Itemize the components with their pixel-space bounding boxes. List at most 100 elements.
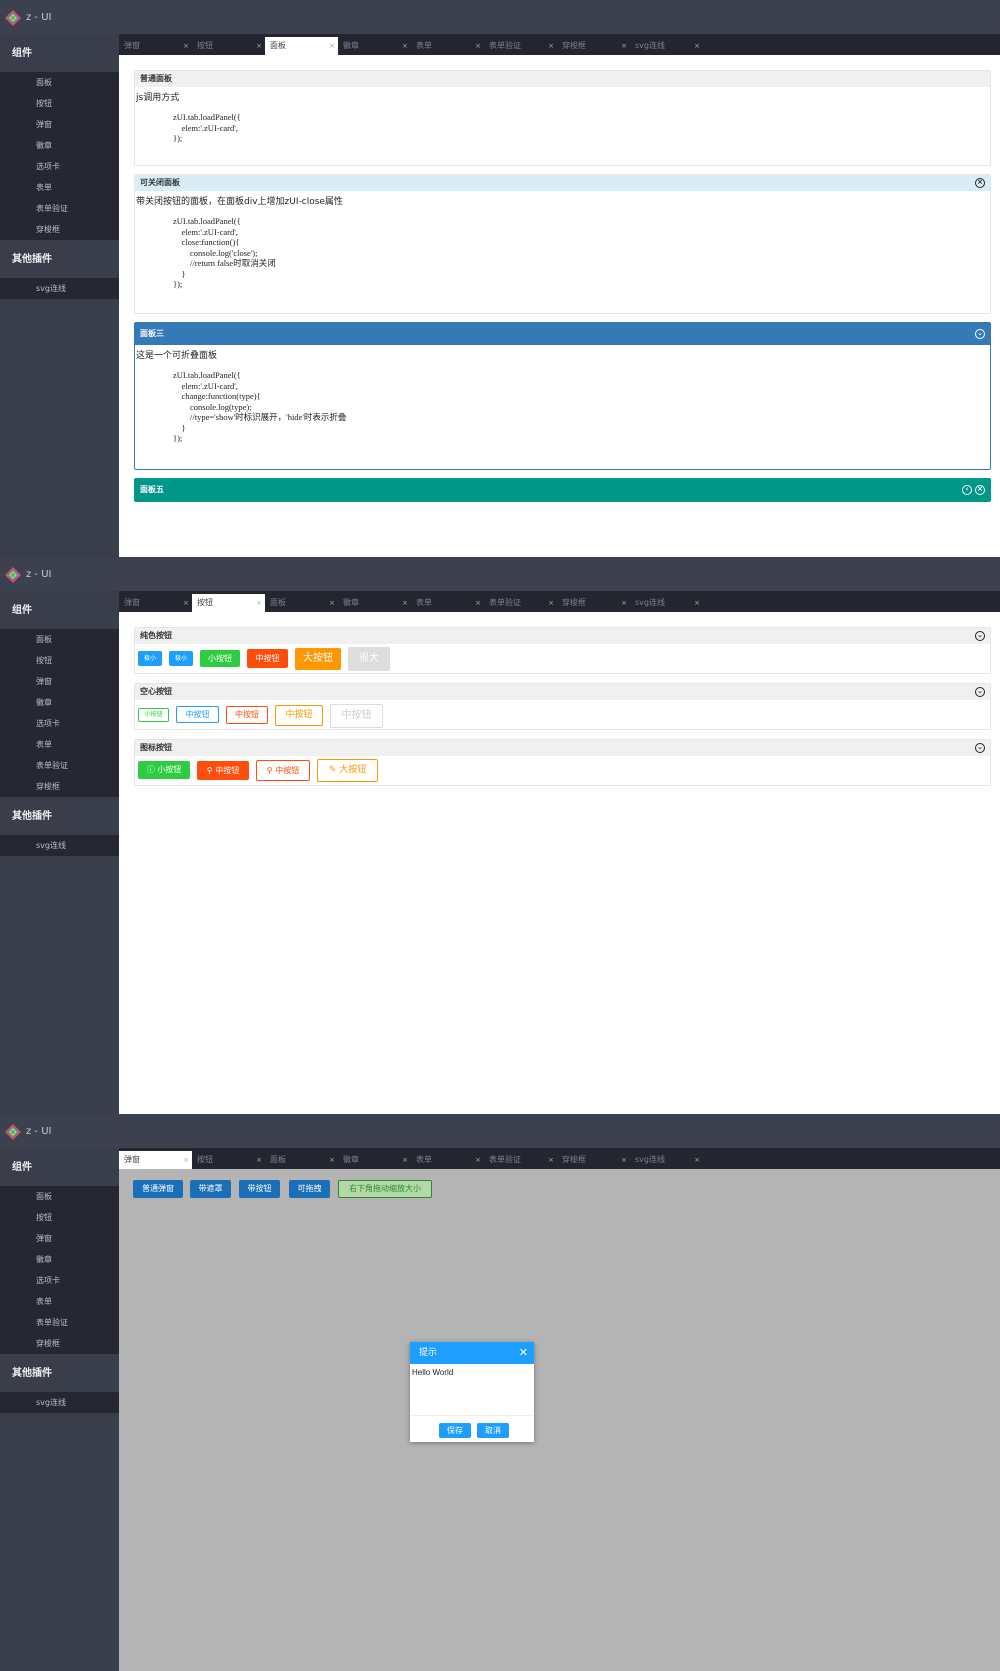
dialog-header[interactable]: 提示 ✕	[410, 1342, 534, 1364]
sidebar-item-panel[interactable]: 面板	[0, 72, 119, 93]
close-icon[interactable]: ×	[975, 178, 985, 188]
sidebar-item-form[interactable]: 表单	[0, 734, 119, 755]
sidebar-item-dialog[interactable]: 弹窗	[0, 1228, 119, 1249]
tab-close-icon[interactable]: ×	[256, 1151, 262, 1169]
chevron-left-icon[interactable]: ‹	[962, 485, 972, 495]
tab-form-validation[interactable]: 表单验证 ×	[484, 37, 557, 55]
medium-outline-button[interactable]: 中按钮	[176, 706, 219, 723]
tab-close-icon[interactable]: ×	[621, 594, 627, 612]
sidebar-item-dialog[interactable]: 弹窗	[0, 114, 119, 135]
tab-button[interactable]: 按钮 ×	[192, 37, 265, 55]
tab-close-icon[interactable]: ×	[402, 37, 408, 55]
save-button[interactable]: 保存	[439, 1423, 471, 1438]
tab-dialog[interactable]: 弹窗 ×	[119, 37, 192, 55]
sidebar-item-tabs[interactable]: 选项卡	[0, 156, 119, 177]
sidebar-item-tabs[interactable]: 选项卡	[0, 713, 119, 734]
panel-header[interactable]: 图标按钮 ⌄	[135, 740, 990, 756]
edit-outline-icon-button[interactable]: ✎ 大按钮	[317, 759, 378, 782]
sidebar-item-panel[interactable]: 面板	[0, 1186, 119, 1207]
tab-close-icon[interactable]: ×	[694, 37, 700, 55]
medium-outline-button[interactable]: 中按钮	[275, 705, 323, 726]
search-icon-button[interactable]: ⚲ 中按钮	[197, 761, 249, 780]
mini-button[interactable]: 极小	[138, 651, 162, 666]
chevron-down-icon[interactable]: ⌄	[975, 329, 985, 339]
sidebar-item-transfer[interactable]: 穿梭框	[0, 776, 119, 797]
tab-close-icon[interactable]: ×	[402, 1151, 408, 1169]
tab-badge[interactable]: 徽章 ×	[338, 37, 411, 55]
tab-button[interactable]: 按钮 ×	[192, 1151, 265, 1169]
buttons-dialog-button[interactable]: 带按钮	[239, 1180, 280, 1198]
panel-header[interactable]: 纯色按钮 ⌄	[135, 628, 990, 644]
resizable-dialog-button[interactable]: 右下角拖动缩放大小	[338, 1180, 432, 1198]
tab-form-validation[interactable]: 表单验证 ×	[484, 1151, 557, 1169]
chevron-down-icon[interactable]: ⌄	[975, 743, 985, 753]
draggable-dialog-button[interactable]: 可拖拽	[289, 1180, 330, 1198]
tab-close-icon[interactable]: ×	[402, 594, 408, 612]
tab-svg-line[interactable]: svg连线 ×	[630, 37, 703, 55]
chevron-down-icon[interactable]: ⌄	[975, 631, 985, 641]
panel-header[interactable]: 空心按钮 ⌄	[135, 684, 990, 700]
tab-form[interactable]: 表单 ×	[411, 594, 484, 612]
sidebar-item-svg-line[interactable]: svg连线	[0, 835, 119, 856]
tab-dialog[interactable]: 弹窗 ×	[119, 1151, 192, 1169]
tab-dialog[interactable]: 弹窗 ×	[119, 594, 192, 612]
tab-form-validation[interactable]: 表单验证 ×	[484, 594, 557, 612]
tab-close-icon[interactable]: ×	[694, 594, 700, 612]
tab-transfer[interactable]: 穿梭框 ×	[557, 1151, 630, 1169]
tab-badge[interactable]: 徽章 ×	[338, 1151, 411, 1169]
sidebar-item-button[interactable]: 按钮	[0, 650, 119, 671]
tab-close-icon[interactable]: ×	[183, 594, 189, 612]
sidebar-item-badge[interactable]: 徽章	[0, 692, 119, 713]
sidebar-item-form[interactable]: 表单	[0, 1291, 119, 1312]
small-icon-button[interactable]: ⓘ 小按钮	[138, 761, 190, 779]
tab-close-icon[interactable]: ×	[475, 1151, 481, 1169]
tab-close-icon[interactable]: ×	[621, 1151, 627, 1169]
sidebar-group-components[interactable]: 组件	[0, 591, 119, 629]
search-outline-icon-button[interactable]: ⚲ 中按钮	[256, 760, 310, 781]
tab-panel[interactable]: 面板 ×	[265, 1151, 338, 1169]
sidebar-item-tabs[interactable]: 选项卡	[0, 1270, 119, 1291]
sidebar-group-components[interactable]: 组件	[0, 34, 119, 72]
sidebar-item-transfer[interactable]: 穿梭框	[0, 219, 119, 240]
sidebar-item-form-validation[interactable]: 表单验证	[0, 1312, 119, 1333]
tab-badge[interactable]: 徽章 ×	[338, 594, 411, 612]
cancel-button[interactable]: 取消	[477, 1423, 509, 1438]
mini-button[interactable]: 极小	[169, 651, 193, 666]
panel-header[interactable]: 面板三 ⌄	[135, 323, 990, 345]
sidebar-item-form[interactable]: 表单	[0, 177, 119, 198]
tab-form[interactable]: 表单 ×	[411, 1151, 484, 1169]
tab-svg-line[interactable]: svg连线 ×	[630, 1151, 703, 1169]
small-button[interactable]: 小按钮	[200, 650, 240, 667]
sidebar-item-svg-line[interactable]: svg连线	[0, 278, 119, 299]
tab-panel[interactable]: 面板 ×	[265, 37, 338, 55]
sidebar-group-plugins[interactable]: 其他插件	[0, 1354, 119, 1392]
sidebar-item-svg-line[interactable]: svg连线	[0, 1392, 119, 1413]
tab-transfer[interactable]: 穿梭框 ×	[557, 37, 630, 55]
chevron-down-icon[interactable]: ⌄	[975, 687, 985, 697]
medium-button[interactable]: 中按钮	[247, 649, 288, 668]
tab-close-icon[interactable]: ×	[694, 1151, 700, 1169]
sidebar-item-dialog[interactable]: 弹窗	[0, 671, 119, 692]
small-outline-button[interactable]: 小按钮	[138, 708, 169, 722]
close-icon[interactable]: ✕	[519, 1342, 528, 1364]
tab-close-icon[interactable]: ×	[548, 37, 554, 55]
tab-close-icon[interactable]: ×	[183, 37, 189, 55]
tab-transfer[interactable]: 穿梭框 ×	[557, 594, 630, 612]
tab-svg-line[interactable]: svg连线 ×	[630, 594, 703, 612]
sidebar-item-form-validation[interactable]: 表单验证	[0, 755, 119, 776]
sidebar-group-components[interactable]: 组件	[0, 1148, 119, 1186]
tab-close-icon[interactable]: ×	[329, 594, 335, 612]
tab-panel[interactable]: 面板 ×	[265, 594, 338, 612]
tab-close-icon[interactable]: ×	[256, 594, 262, 612]
sidebar-item-badge[interactable]: 徽章	[0, 1249, 119, 1270]
tab-close-icon[interactable]: ×	[329, 37, 335, 55]
medium-outline-button[interactable]: 中按钮	[226, 706, 268, 724]
sidebar-item-transfer[interactable]: 穿梭框	[0, 1333, 119, 1354]
tab-close-icon[interactable]: ×	[548, 594, 554, 612]
normal-dialog-button[interactable]: 普通弹窗	[133, 1180, 183, 1198]
sidebar-item-form-validation[interactable]: 表单验证	[0, 198, 119, 219]
tab-close-icon[interactable]: ×	[183, 1151, 189, 1169]
close-icon[interactable]: ×	[975, 485, 985, 495]
tab-close-icon[interactable]: ×	[548, 1151, 554, 1169]
tab-close-icon[interactable]: ×	[475, 37, 481, 55]
